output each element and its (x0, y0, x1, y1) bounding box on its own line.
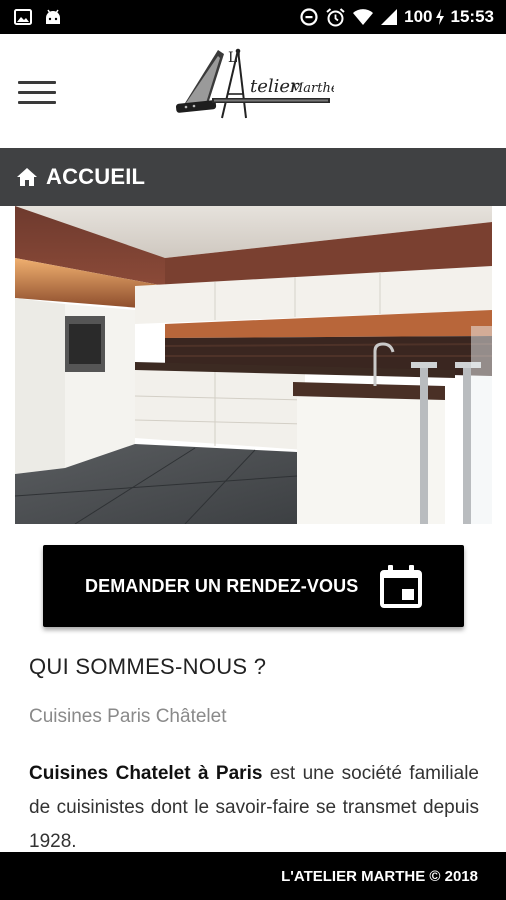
request-appointment-label: DEMANDER UN RENDEZ-VOUS (85, 575, 359, 596)
about-paragraph: Cuisines Chatelet à Paris est une sociét… (29, 757, 479, 852)
about-title: QUI SOMMES-NOUS ? (29, 654, 267, 679)
status-bar: 100 15:53 (0, 0, 506, 34)
about-subtitle: Cuisines Paris Châtelet (29, 706, 227, 727)
image-icon (14, 9, 32, 25)
app-header: telier Marthe L' (0, 34, 506, 148)
svg-text:L': L' (228, 50, 241, 66)
signal-icon (381, 9, 398, 25)
battery-level: 100 (404, 7, 433, 26)
hamburger-menu-icon[interactable] (18, 78, 56, 106)
footer-copyright: L'ATELIER MARTHE © 2018 (281, 867, 478, 885)
atelier-marthe-logo[interactable]: telier Marthe L' (172, 44, 334, 124)
page-title: ACCUEIL (46, 164, 146, 189)
svg-text:Marthe: Marthe (289, 81, 334, 96)
calendar-icon (380, 565, 422, 608)
request-appointment-button[interactable]: DEMANDER UN RENDEZ-VOUS (43, 545, 464, 627)
page-title-bar: ACCUEIL (0, 148, 506, 206)
battery-charging-icon (435, 9, 444, 25)
kitchen-photo (15, 206, 492, 524)
app-screen: 100 15:53 telier Marthe L' ACCUEIL DEMAN… (0, 0, 506, 900)
main-content[interactable]: DEMANDER UN RENDEZ-VOUS QUI SOMMES-NOUS … (0, 206, 506, 852)
wifi-icon (353, 9, 374, 25)
data-saver-icon (300, 8, 318, 26)
clock: 15:53 (450, 7, 494, 26)
footer: L'ATELIER MARTHE © 2018 (0, 852, 506, 900)
home-icon (17, 168, 37, 186)
android-icon (46, 9, 60, 24)
alarm-icon (326, 7, 345, 26)
about-paragraph-bold: Cuisines Chatelet à Paris (29, 763, 263, 784)
